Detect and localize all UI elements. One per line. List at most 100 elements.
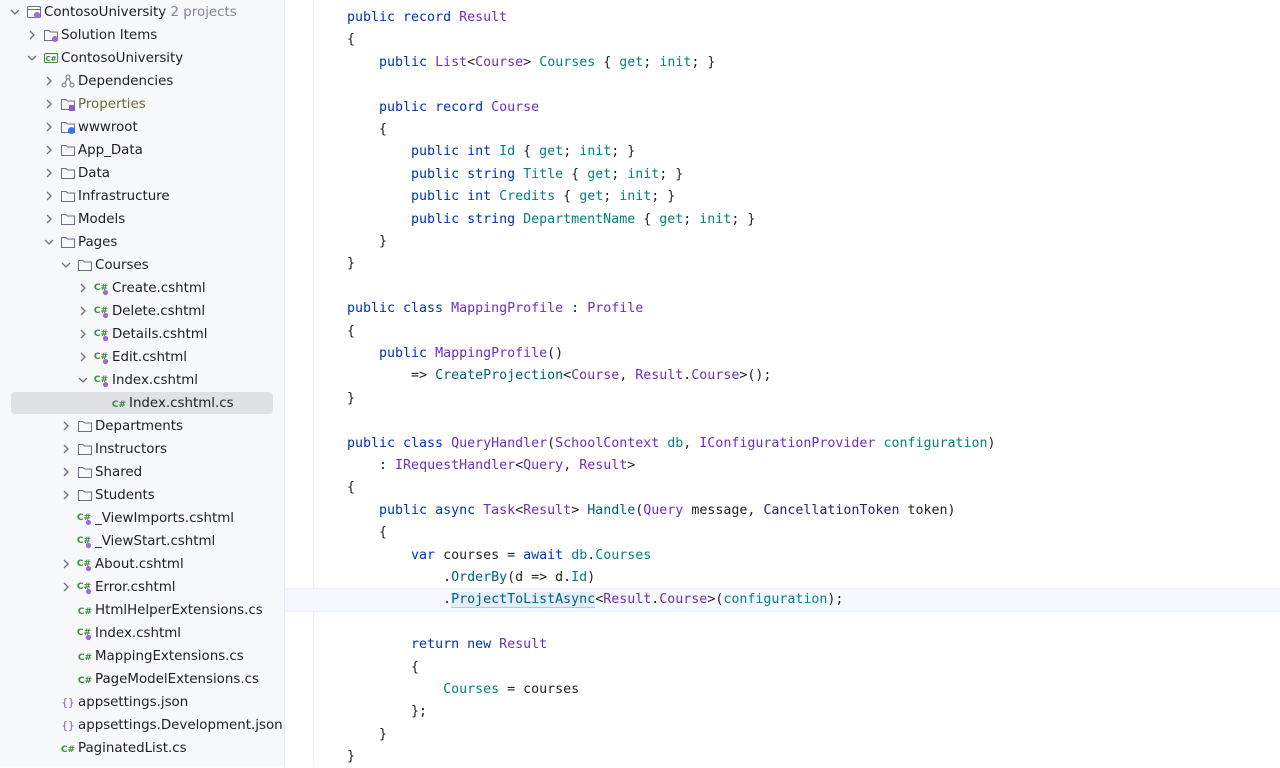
code-line[interactable]: public int Id { get; init; }	[347, 141, 635, 163]
code-line[interactable]: {	[347, 522, 387, 544]
tree-item-students[interactable]: Students	[0, 484, 284, 507]
chevron-right-icon[interactable]	[59, 465, 73, 479]
code-line[interactable]: public int Credits { get; init; }	[347, 186, 675, 208]
tree-item-instructors[interactable]: Instructors	[0, 438, 284, 461]
chevron-right-icon[interactable]	[59, 557, 73, 571]
tree-item-label: Solution Items	[61, 28, 158, 43]
code-token: get	[579, 189, 604, 205]
tree-item-edit-cshtml[interactable]: C# Edit.cshtml	[0, 346, 284, 369]
code-line[interactable]: var courses = await db.Courses	[347, 545, 651, 567]
tree-item-error-cshtml[interactable]: C# Error.cshtml	[0, 576, 284, 599]
code-line[interactable]: {	[347, 29, 355, 51]
code-line[interactable]: public class QueryHandler(SchoolContext …	[347, 433, 996, 455]
chevron-right-icon[interactable]	[59, 488, 73, 502]
tree-item-label: MappingExtensions.cs	[95, 649, 244, 664]
chevron-right-icon[interactable]	[76, 281, 90, 295]
tree-item-paginatedlist-cs[interactable]: C# PaginatedList.cs	[0, 737, 284, 760]
tree-item-viewimports-cshtml[interactable]: C# _ViewImports.cshtml	[0, 507, 284, 530]
tree-item-models[interactable]: Models	[0, 208, 284, 231]
chevron-down-icon[interactable]	[8, 5, 22, 19]
code-line[interactable]: return new Result	[347, 634, 547, 656]
code-line[interactable]: : IRequestHandler<Query, Result>	[347, 455, 635, 477]
code-line[interactable]: Courses = courses	[347, 679, 579, 701]
tree-item-app-data[interactable]: App_Data	[0, 139, 284, 162]
tree-item-create-cshtml[interactable]: C# Create.cshtml	[0, 277, 284, 300]
code-line[interactable]: public record Course	[347, 97, 539, 119]
code-line[interactable]: {	[347, 321, 355, 343]
tree-item-index-cshtml[interactable]: C# Index.cshtml	[0, 622, 284, 645]
tree-item-index-cshtml-cs[interactable]: C# Index.cshtml.cs	[0, 392, 284, 415]
tree-item-label: About.cshtml	[95, 557, 184, 572]
code-token: <	[563, 368, 572, 384]
code-token: );	[827, 592, 844, 608]
tree-item-solution-items[interactable]: Solution Items	[0, 24, 284, 47]
code-token: public string	[411, 166, 524, 182]
tree-item-properties[interactable]: Properties	[0, 93, 284, 116]
chevron-right-icon[interactable]	[59, 580, 73, 594]
tree-item-departments[interactable]: Departments	[0, 415, 284, 438]
chevron-right-icon[interactable]	[42, 74, 56, 88]
cshtml-icon: C#	[94, 306, 109, 319]
tree-item-pagemodelextensions-cs[interactable]: C# PageModelExtensions.cs	[0, 668, 284, 691]
code-line[interactable]: .ProjectToListAsync<Result.Course>(confi…	[347, 589, 843, 611]
tree-item-viewstart-cshtml[interactable]: C# _ViewStart.cshtml	[0, 530, 284, 553]
code-line[interactable]: public class MappingProfile : Profile	[347, 298, 643, 320]
tree-item-contosouniversity[interactable]: C# ContosoUniversity	[0, 47, 284, 70]
code-line[interactable]: {	[347, 477, 355, 499]
chevron-down-icon[interactable]	[42, 235, 56, 249]
code-line[interactable]: }	[347, 724, 387, 746]
chevron-right-icon[interactable]	[25, 28, 39, 42]
tree-item-delete-cshtml[interactable]: C# Delete.cshtml	[0, 300, 284, 323]
tree-item-shared[interactable]: Shared	[0, 461, 284, 484]
code-line[interactable]: public List<Course> Courses { get; init;…	[347, 52, 715, 74]
svg-text:{}: {}	[61, 719, 74, 732]
svg-text:C#: C#	[112, 400, 126, 410]
code-line[interactable]: public MappingProfile()	[347, 343, 563, 365]
tree-item-index-cshtml[interactable]: C# Index.cshtml	[0, 369, 284, 392]
chevron-right-icon[interactable]	[42, 97, 56, 111]
chevron-down-icon[interactable]	[25, 51, 39, 65]
tree-item-dependencies[interactable]: Dependencies	[0, 70, 284, 93]
code-line[interactable]: {	[347, 657, 419, 679]
cshtml-icon: C#	[94, 283, 109, 296]
chevron-right-icon[interactable]	[42, 189, 56, 203]
chevron-right-icon[interactable]	[76, 304, 90, 318]
chevron-down-icon[interactable]	[76, 373, 90, 387]
chevron-right-icon[interactable]	[76, 350, 90, 364]
tree-item-wwwroot[interactable]: wwwroot	[0, 116, 284, 139]
tree-item-pages[interactable]: Pages	[0, 231, 284, 254]
tree-item-courses[interactable]: Courses	[0, 254, 284, 277]
tree-item-about-cshtml[interactable]: C# About.cshtml	[0, 553, 284, 576]
tree-item-appsettings-json[interactable]: {} appsettings.json	[0, 691, 284, 714]
code-line[interactable]: }	[347, 388, 355, 410]
tree-item-mappingextensions-cs[interactable]: C# MappingExtensions.cs	[0, 645, 284, 668]
code-line[interactable]: {	[347, 119, 387, 141]
tree-item-infrastructure[interactable]: Infrastructure	[0, 185, 284, 208]
chevron-right-icon[interactable]	[42, 143, 56, 157]
tree-root-solution[interactable]: ContosoUniversity · 2 projects	[0, 1, 284, 24]
code-line[interactable]: };	[347, 701, 427, 723]
chevron-right-icon[interactable]	[59, 419, 73, 433]
chevron-right-icon[interactable]	[42, 120, 56, 134]
tree-item-details-cshtml[interactable]: C# Details.cshtml	[0, 323, 284, 346]
chevron-right-icon[interactable]	[42, 212, 56, 226]
code-line[interactable]: => CreateProjection<Course, Result.Cours…	[347, 365, 771, 387]
chevron-right-icon[interactable]	[76, 327, 90, 341]
tree-item-appsettings-development-json[interactable]: {} appsettings.Development.json	[0, 714, 284, 737]
code-line[interactable]: }	[347, 746, 355, 768]
code-line[interactable]: }	[347, 253, 355, 275]
code-line[interactable]: .OrderBy(d => d.Id)	[347, 567, 595, 589]
code-line[interactable]: }	[347, 231, 387, 253]
code-editor[interactable]: public record Result{ public List<Course…	[285, 0, 1280, 766]
chevron-down-icon[interactable]	[59, 258, 73, 272]
tree-item-data[interactable]: Data	[0, 162, 284, 185]
code-line[interactable]: public record Result	[347, 7, 507, 29]
code-line[interactable]: public string DepartmentName { get; init…	[347, 209, 755, 231]
tree-item-htmlhelperextensions-cs[interactable]: C# HtmlHelperExtensions.cs	[0, 599, 284, 622]
chevron-right-icon[interactable]	[59, 442, 73, 456]
code-token: public int	[411, 189, 500, 205]
code-line[interactable]: public string Title { get; init; }	[347, 164, 683, 186]
folder-icon	[61, 237, 75, 248]
code-line[interactable]: public async Task<Result> Handle(Query m…	[347, 500, 955, 522]
chevron-right-icon[interactable]	[42, 166, 56, 180]
